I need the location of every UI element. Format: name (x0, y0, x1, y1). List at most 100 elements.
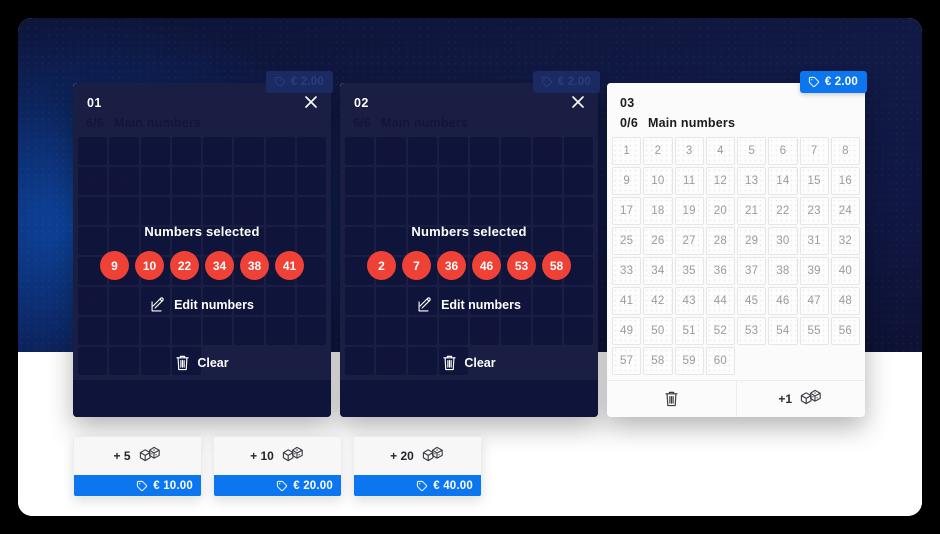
number-cell[interactable]: 53 (737, 316, 767, 345)
number-cell[interactable]: 36 (705, 256, 735, 285)
dice-icon (281, 445, 305, 467)
number-cell[interactable]: 8 (830, 136, 860, 165)
card-delete-button[interactable] (607, 381, 736, 417)
selected-number-ball: 53 (507, 251, 536, 280)
number-cell[interactable]: 16 (830, 166, 860, 195)
number-cell[interactable]: 44 (705, 286, 735, 315)
number-cell[interactable]: 10 (643, 166, 673, 195)
clear-button[interactable]: Clear (442, 354, 496, 371)
number-cell[interactable]: 34 (643, 256, 673, 285)
number-cell[interactable]: 7 (799, 136, 829, 165)
number-cell[interactable]: 21 (737, 196, 767, 225)
number-cell[interactable]: 11 (674, 166, 704, 195)
number-cell[interactable]: 9 (612, 166, 642, 195)
number-cell[interactable]: 18 (643, 196, 673, 225)
number-cell[interactable]: 28 (705, 226, 735, 255)
number-cell[interactable]: 1 (612, 136, 642, 165)
number-cell[interactable]: 37 (737, 256, 767, 285)
number-cell[interactable]: 52 (705, 316, 735, 345)
number-cell[interactable]: 57 (612, 346, 642, 375)
number-cell[interactable]: 38 (768, 256, 798, 285)
quickpick-price-row: € 40.00 (354, 475, 481, 496)
number-cell[interactable]: 2 (643, 136, 673, 165)
number-cell[interactable]: 3 (674, 136, 704, 165)
number-cell[interactable]: 12 (705, 166, 735, 195)
ticket-card-01[interactable]: € 2.00016/6Main numbers12345678910111213… (73, 71, 333, 417)
selected-number-ball: 58 (542, 251, 571, 280)
number-cell[interactable]: 33 (612, 256, 642, 285)
number-cell[interactable]: 39 (799, 256, 829, 285)
quickpick-add-label: + 20 (390, 449, 414, 463)
number-cell[interactable]: 4 (705, 136, 735, 165)
number-cell[interactable]: 6 (768, 136, 798, 165)
number-cell[interactable]: 31 (799, 226, 829, 255)
number-cell[interactable]: 58 (643, 346, 673, 375)
trash-icon (442, 354, 457, 371)
number-cell[interactable]: 54 (768, 316, 798, 345)
edit-numbers-button[interactable]: Edit numbers (150, 297, 254, 313)
trash-icon (664, 390, 679, 407)
number-cell[interactable]: 24 (830, 196, 860, 225)
number-cell[interactable]: 50 (643, 316, 673, 345)
number-cell[interactable]: 35 (674, 256, 704, 285)
number-cell[interactable]: 22 (768, 196, 798, 225)
quickpick-price-row: € 10.00 (74, 475, 201, 496)
number-cell[interactable]: 26 (643, 226, 673, 255)
card-title: 03 (620, 96, 635, 110)
pencil-icon (150, 297, 166, 313)
quickpick-add-row: + 5 (74, 437, 201, 475)
ticket-card-02[interactable]: € 2.00026/6Main numbers12345678910111213… (340, 71, 600, 417)
number-cell[interactable]: 48 (830, 286, 860, 315)
number-cell[interactable]: 23 (799, 196, 829, 225)
ticket-card-03[interactable]: € 2.00 03 0/6 Main numbers 1 2 3 4 5 6 7 8 9 10 11 12 13… (607, 71, 867, 417)
number-cell[interactable]: 5 (737, 136, 767, 165)
number-cell[interactable]: 25 (612, 226, 642, 255)
number-cell[interactable]: 59 (674, 346, 704, 375)
close-icon[interactable] (303, 94, 319, 110)
number-cell[interactable]: 47 (799, 286, 829, 315)
tag-icon (808, 76, 820, 88)
number-cell[interactable]: 14 (768, 166, 798, 195)
number-cell[interactable]: 41 (612, 286, 642, 315)
close-icon[interactable] (570, 94, 586, 110)
number-cell[interactable]: 60 (705, 346, 735, 375)
number-cell[interactable]: 13 (737, 166, 767, 195)
number-cell[interactable]: 32 (830, 226, 860, 255)
number-cell[interactable]: 56 (830, 316, 860, 345)
quickpick-buttons-row: + 5 € 10.00 + 10 € 20.00 + 20 € 40.00 (73, 436, 482, 497)
card-price-label: € 2.00 (824, 76, 858, 88)
selected-number-ball: 36 (437, 251, 466, 280)
card-selected-overlay: 02 Numbers selected 2 7 36 46 53 58 Edit numbers… (340, 83, 598, 417)
quickpick-add-label: + 10 (250, 449, 274, 463)
number-cell[interactable]: 46 (768, 286, 798, 315)
number-cell[interactable]: 30 (768, 226, 798, 255)
number-cell[interactable]: 29 (737, 226, 767, 255)
number-cell[interactable]: 51 (674, 316, 704, 345)
number-cell[interactable]: 43 (674, 286, 704, 315)
selected-number-ball: 2 (367, 251, 396, 280)
number-cell[interactable]: 40 (830, 256, 860, 285)
number-cell[interactable]: 17 (612, 196, 642, 225)
card-price-badge: € 2.00 (532, 71, 600, 93)
edit-numbers-button[interactable]: Edit numbers (417, 297, 521, 313)
card-price-label: € 2.00 (557, 76, 591, 88)
number-cell[interactable]: 15 (799, 166, 829, 195)
number-cell-empty (831, 347, 860, 375)
selected-number-ball: 9 (100, 251, 129, 280)
number-cell[interactable]: 42 (643, 286, 673, 315)
clear-button[interactable]: Clear (175, 354, 229, 371)
number-cell[interactable]: 27 (674, 226, 704, 255)
card-price-label: € 2.00 (290, 76, 324, 88)
card-quickpick-button[interactable]: +1 (735, 380, 866, 417)
number-cell[interactable]: 45 (737, 286, 767, 315)
quickpick-button-3[interactable]: + 20 € 40.00 (353, 436, 482, 497)
ticket-cards-row: € 2.00016/6Main numbers12345678910111213… (73, 71, 867, 417)
card-subtitle: 0/6 Main numbers (620, 116, 853, 130)
quickpick-button-2[interactable]: + 10 € 20.00 (213, 436, 342, 497)
selected-number-ball: 22 (170, 251, 199, 280)
number-cell[interactable]: 49 (612, 316, 642, 345)
number-cell[interactable]: 19 (674, 196, 704, 225)
number-cell[interactable]: 20 (705, 196, 735, 225)
number-cell[interactable]: 55 (799, 316, 829, 345)
quickpick-button-1[interactable]: + 5 € 10.00 (73, 436, 202, 497)
